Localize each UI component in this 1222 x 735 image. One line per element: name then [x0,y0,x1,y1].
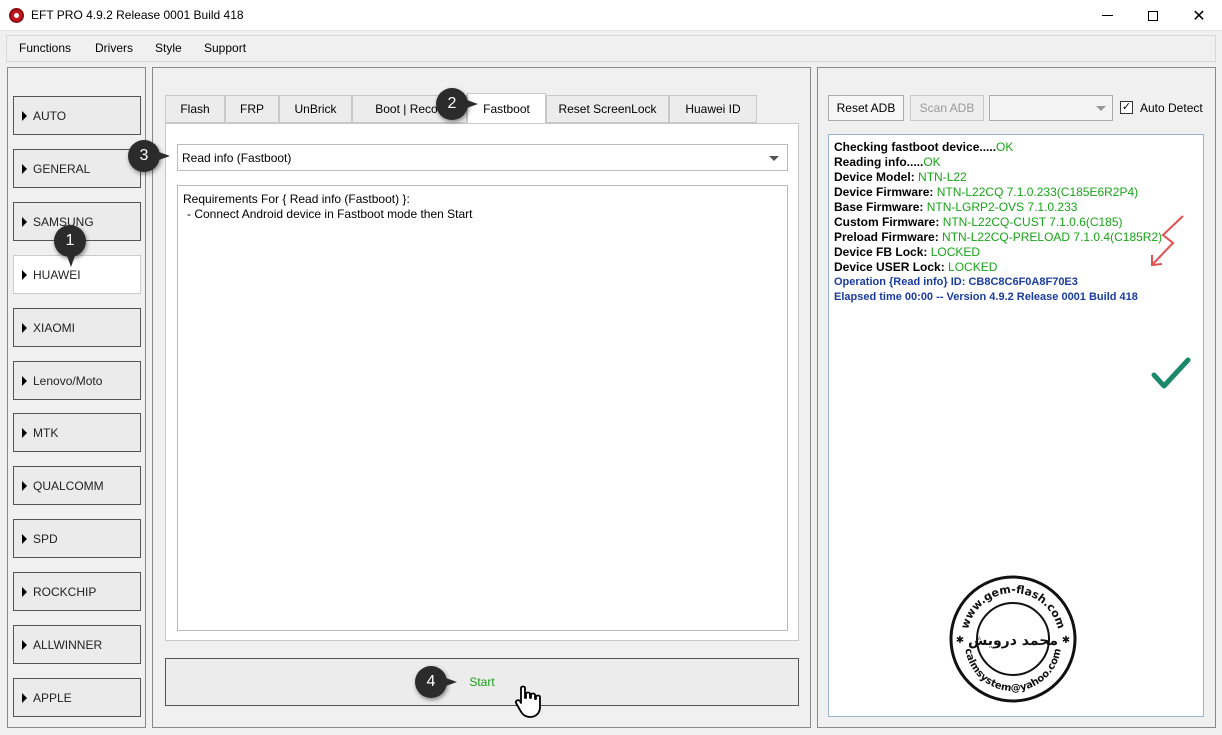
callout-marker-3: 3 [128,140,170,172]
brand-allwinner[interactable]: ALLWINNER [13,625,141,664]
port-select[interactable] [989,95,1113,121]
brand-label: ROCKCHIP [33,584,97,599]
brand-xiaomi[interactable]: XIAOMI [13,308,141,347]
brand-label: XIAOMI [33,320,76,335]
expand-arrow-icon [22,216,27,227]
brand-label: ALLWINNER [33,637,103,652]
window-title: EFT PRO 4.9.2 Release 0001 Build 418 [31,8,244,22]
brand-auto[interactable]: AUTO [13,96,141,135]
requirements-box: Requirements For { Read info (Fastboot) … [177,185,788,631]
log-line: Checking fastboot device.....OK [834,140,1014,154]
close-button[interactable]: ✕ [1176,0,1222,31]
brand-label: SPD [33,531,58,546]
tab-huawei-id[interactable]: Huawei ID [669,95,757,123]
log-line: Custom Firmware: NTN-L22CQ-CUST 7.1.0.6(… [834,215,1123,229]
log-line: Device Model: NTN-L22 [834,170,967,184]
brand-apple[interactable]: APPLE [13,678,141,717]
callout-marker-1: 1 [54,225,86,267]
expand-arrow-icon [22,692,27,703]
log-line: Device FB Lock: LOCKED [834,245,981,259]
brand-lenovo-moto[interactable]: Lenovo/Moto [13,361,141,400]
log-line: Preload Firmware: NTN-L22CQ-PRELOAD 7.1.… [834,230,1163,244]
menu-drivers[interactable]: Drivers [95,41,133,55]
tab-content: Read info (Fastboot) Requirements For { … [165,123,799,641]
arrow-annotation-icon [1151,215,1184,267]
tab-fastboot[interactable]: Fastboot [467,93,546,123]
log-line: Base Firmware: NTN-LGRP2-OVS 7.1.0.233 [834,200,1078,214]
brand-label: AUTO [33,108,67,123]
log-operation-id: Operation {Read info} ID: CB8C8C6F0A8F70… [834,276,1078,288]
operation-select[interactable]: Read info (Fastboot) [177,144,788,171]
chevron-down-icon [769,156,779,161]
start-button[interactable]: Start [165,658,799,706]
brand-mtk[interactable]: MTK [13,413,141,452]
brand-qualcomm[interactable]: QUALCOMM [13,466,141,505]
callout-marker-4: 4 [415,666,457,698]
minimize-icon [1101,15,1113,16]
menu-functions[interactable]: Functions [19,41,71,55]
chevron-down-icon [1096,106,1106,111]
expand-arrow-icon [22,269,27,280]
hand-cursor-icon [514,685,541,718]
brand-spd[interactable]: SPD [13,519,141,558]
requirements-step: - Connect Android device in Fastboot mod… [187,207,473,221]
expand-arrow-icon [22,427,27,438]
reset-adb-button[interactable]: Reset ADB [828,95,904,121]
requirements-title: Requirements For { Read info (Fastboot) … [183,192,410,206]
brand-general[interactable]: GENERAL [13,149,141,188]
operation-panel: Flash FRP UnBrick Boot | Recov Fastboot … [152,67,811,728]
brand-label: MTK [33,425,59,440]
expand-arrow-icon [22,533,27,544]
stamp-logo: www.gem-flash.com calmsystem@yahoo.com م… [949,575,1077,703]
svg-text:محمد درويش: محمد درويش [968,633,1058,649]
maximize-icon [1148,10,1158,21]
tab-unbrick[interactable]: UnBrick [279,95,352,123]
brand-label: HUAWEI [33,267,81,282]
menu-style[interactable]: Style [155,41,182,55]
auto-detect-checkbox[interactable]: ✓ [1120,101,1133,114]
start-label: Start [469,675,495,689]
maximize-button[interactable] [1130,0,1176,31]
close-icon: ✕ [1192,7,1206,25]
scan-adb-button[interactable]: Scan ADB [910,95,984,121]
brand-label: QUALCOMM [33,478,104,493]
callout-marker-2: 2 [436,88,478,120]
log-line: Device Firmware: NTN-L22CQ 7.1.0.233(C18… [834,185,1139,199]
app-logo-icon [9,8,24,23]
svg-text:✱: ✱ [956,635,964,646]
expand-arrow-icon [22,586,27,597]
checkmark-icon [1151,357,1191,389]
tab-frp[interactable]: FRP [225,95,279,123]
title-bar: EFT PRO 4.9.2 Release 0001 Build 418 ✕ [0,0,1222,31]
menu-support[interactable]: Support [204,41,246,55]
tab-flash[interactable]: Flash [165,95,225,123]
brand-panel: AUTO GENERAL SAMSUNG HUAWEI XIAOMI Lenov… [7,67,146,728]
expand-arrow-icon [22,322,27,333]
expand-arrow-icon [22,163,27,174]
brand-rockchip[interactable]: ROCKCHIP [13,572,141,611]
menu-bar: Functions Drivers Style Support [6,35,1216,62]
expand-arrow-icon [22,375,27,386]
auto-detect-label: Auto Detect [1140,101,1203,115]
expand-arrow-icon [22,110,27,121]
operation-select-value: Read info (Fastboot) [182,151,292,165]
tab-reset-screenlock[interactable]: Reset ScreenLock [546,95,669,123]
log-output: Checking fastboot device.....OK Reading … [828,134,1204,717]
expand-arrow-icon [22,639,27,650]
svg-text:calmsystem@yahoo.com: calmsystem@yahoo.com [962,647,1063,694]
log-elapsed: Elapsed time 00:00 -- Version 4.9.2 Rele… [834,291,1138,303]
log-line: Reading info.....OK [834,155,941,169]
brand-label: Lenovo/Moto [33,373,103,388]
log-line: Device USER Lock: LOCKED [834,260,998,274]
svg-text:✱: ✱ [1062,635,1070,646]
brand-label: GENERAL [33,161,91,176]
log-panel: Reset ADB Scan ADB ✓ Auto Detect Checkin… [817,67,1216,728]
expand-arrow-icon [22,480,27,491]
minimize-button[interactable] [1084,0,1130,31]
brand-label: APPLE [33,690,72,705]
brand-huawei[interactable]: HUAWEI [13,255,141,294]
